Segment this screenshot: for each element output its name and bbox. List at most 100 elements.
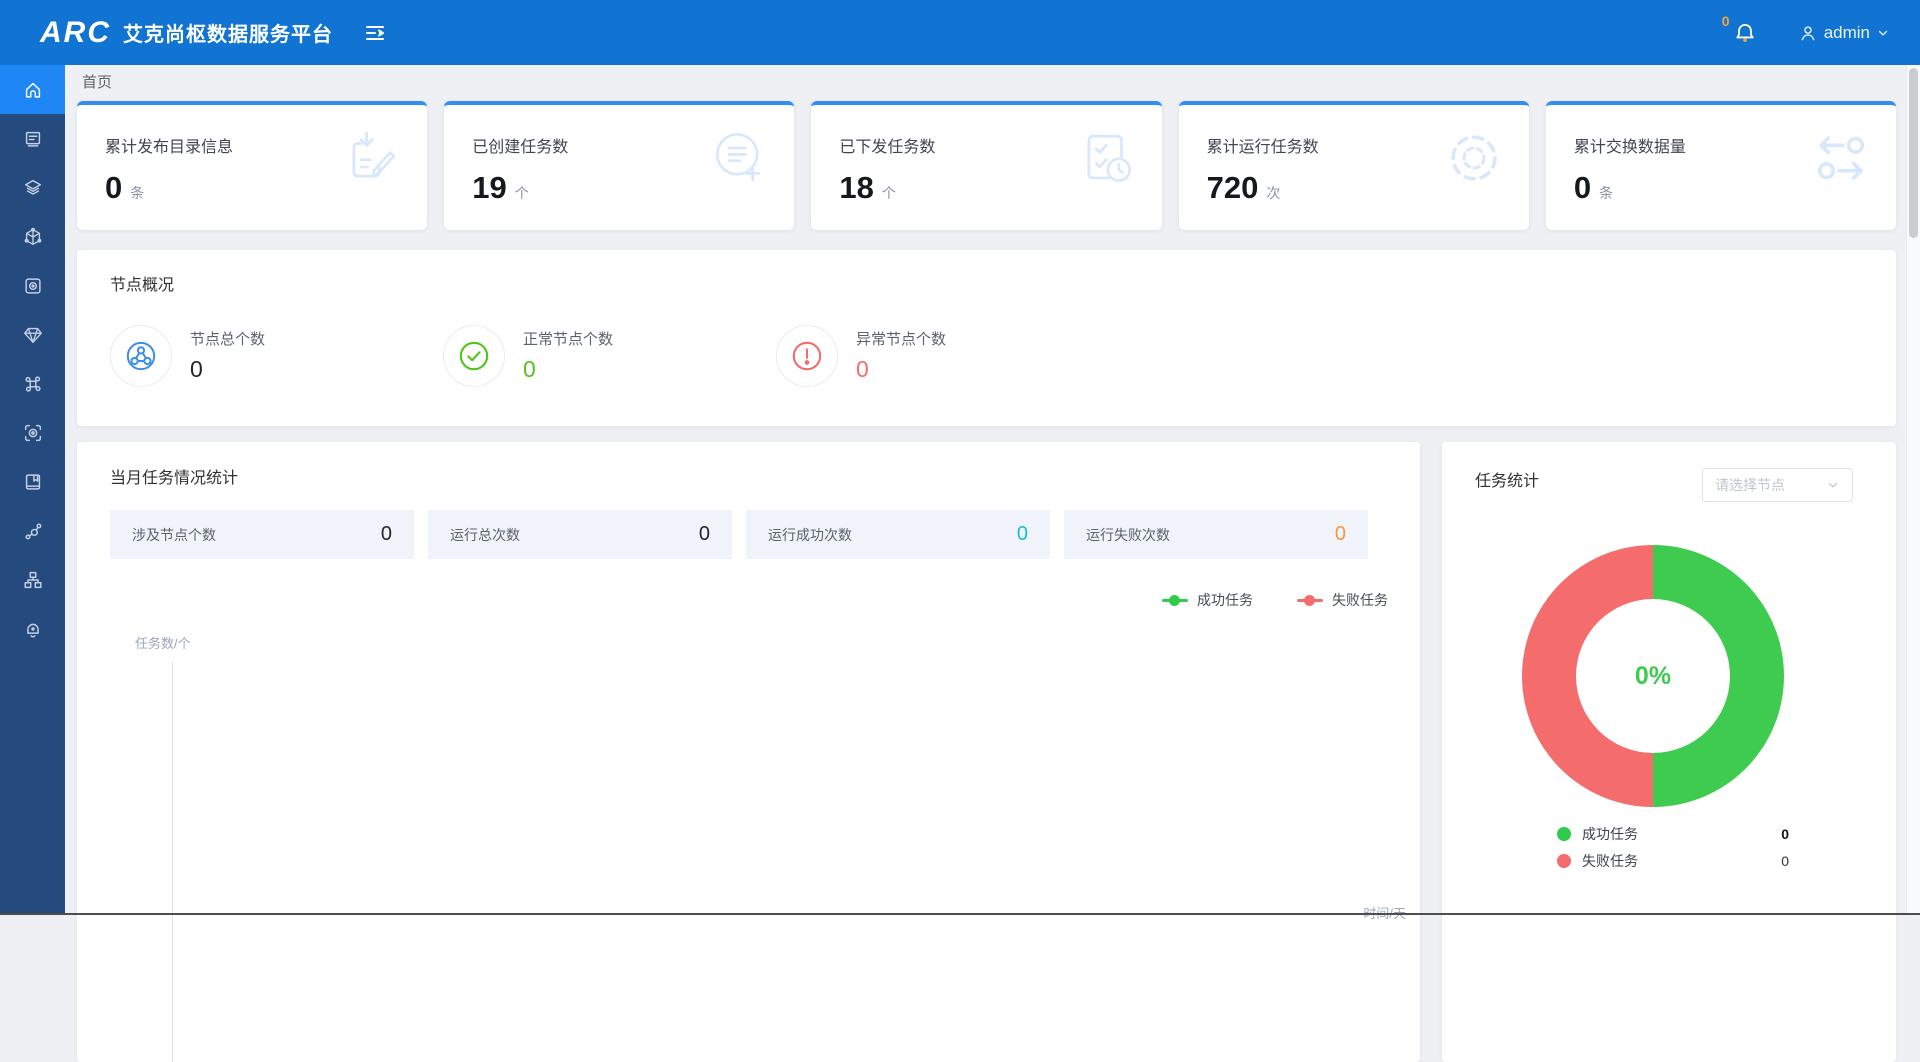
sidebar-item-3[interactable] [0,163,65,212]
node-cluster-icon [110,325,172,387]
red-dot-icon [1557,854,1571,868]
box-gear-icon [22,275,44,297]
gem-icon [22,324,44,346]
stat-box-total-runs: 运行总次数 0 [428,510,732,559]
app-title: 艾克尚枢数据服务平台 [123,18,333,47]
vertical-scrollbar[interactable] [1906,65,1920,915]
task-running-icon [1445,129,1503,187]
molecule-icon [22,520,44,542]
menu-fold-icon [363,21,387,45]
node-normal-value: 0 [523,356,613,383]
card-value: 0 [105,170,122,206]
donut-legend-failed[interactable]: 失败任务 0 [1557,847,1789,874]
breadcrumb: 首页 [65,65,1920,98]
node-total-value: 0 [190,356,265,383]
sidebar-item-4[interactable] [0,212,65,261]
task-created-icon [710,129,768,187]
stat-box-nodes-involved: 涉及节点个数 0 [110,510,414,559]
sidebar-item-8[interactable] [0,408,65,457]
node-total-item: 节点总个数 0 [110,325,443,387]
notification-button[interactable]: 0 [1732,20,1758,46]
alarm-icon [22,618,44,640]
node-abnormal-label: 异常节点个数 [856,325,946,349]
layers-icon [22,177,44,199]
scrollbar-thumb[interactable] [1909,68,1918,238]
green-dot-icon [1557,827,1571,841]
username-label: admin [1824,23,1870,43]
breadcrumb-home-link[interactable]: 首页 [82,71,112,92]
card-value: 19 [472,170,506,206]
book-icon [22,471,44,493]
stat-cards-row: 累计发布目录信息 0 条 已创建任务数 19 [77,101,1896,230]
stat-box-value: 0 [1017,523,1028,546]
select-placeholder: 请选择节点 [1715,475,1785,495]
line-chart-legend: 成功任务 失败任务 [1162,590,1388,610]
y-axis-line [172,662,173,1062]
home-icon [22,79,44,101]
sidebar-item-10[interactable] [0,506,65,555]
stat-card-created-tasks: 已创建任务数 19 个 [444,101,794,230]
sidebar-item-12[interactable] [0,604,65,653]
top-header: ARC 艾克尚枢数据服务平台 0 admin [0,0,1920,65]
card-unit: 个 [882,183,896,203]
sidebar-item-5[interactable] [0,261,65,310]
task-stats-panel: 任务统计 请选择节点 0% [1442,442,1896,1062]
stat-box-value: 0 [381,523,392,546]
node-normal-label: 正常节点个数 [523,325,613,349]
sidebar-item-home[interactable] [0,65,65,114]
monthly-stat-boxes: 涉及节点个数 0 运行总次数 0 运行成功次数 0 运行失败次数 0 [110,510,1368,559]
cube-network-icon [22,226,44,248]
sidebar-item-7[interactable] [0,359,65,408]
card-unit: 条 [130,183,144,203]
stat-box-failed-runs: 运行失败次数 0 [1064,510,1368,559]
node-abnormal-value: 0 [856,356,946,383]
y-axis-label: 任务数/个 [135,633,191,652]
sidebar-item-6[interactable] [0,310,65,359]
legend-success-tasks[interactable]: 成功任务 [1162,590,1253,610]
data-exchange-icon [1812,129,1870,187]
monthly-task-panel: 当月任务情况统计 涉及节点个数 0 运行总次数 0 运行成功次数 0 [77,442,1420,1062]
stat-box-label: 运行总次数 [450,525,520,545]
arc-logo: ARC [40,16,111,50]
red-line-marker-icon [1297,599,1323,602]
stat-box-success-runs: 运行成功次数 0 [746,510,1050,559]
target-icon [22,422,44,444]
document-publish-icon [343,129,401,187]
stat-box-value: 0 [1335,523,1346,546]
sidebar-item-9[interactable] [0,457,65,506]
sidebar-item-2[interactable] [0,114,65,163]
chevron-down-icon [1876,26,1890,40]
legend-failed-tasks[interactable]: 失败任务 [1297,590,1388,610]
task-donut-chart[interactable]: 0% [1522,545,1784,807]
stat-card-dispatched-tasks: 已下发任务数 18 个 [811,101,1161,230]
card-value: 720 [1207,170,1259,206]
card-unit: 条 [1599,183,1613,203]
stat-box-label: 运行成功次数 [768,525,852,545]
monthly-task-title: 当月任务情况统计 [110,464,1420,488]
sidebar-item-11[interactable] [0,555,65,604]
stat-box-label: 运行失败次数 [1086,525,1170,545]
legend-value: 0 [1781,826,1789,842]
legend-label: 失败任务 [1332,590,1388,610]
bell-icon [1732,20,1758,46]
node-select-dropdown[interactable]: 请选择节点 [1702,468,1853,502]
card-unit: 个 [515,183,529,203]
green-line-marker-icon [1162,599,1188,602]
left-nav-sidebar [0,65,65,915]
sidebar-collapse-button[interactable] [363,21,387,45]
command-icon [22,373,44,395]
donut-legend: 成功任务 0 失败任务 0 [1557,820,1789,874]
card-value: 0 [1574,170,1591,206]
notification-badge: 0 [1722,13,1730,29]
legend-label: 成功任务 [1582,824,1638,844]
stat-box-label: 涉及节点个数 [132,525,216,545]
legend-label: 成功任务 [1197,590,1253,610]
user-menu[interactable]: admin [1798,23,1890,43]
donut-legend-success[interactable]: 成功任务 0 [1557,820,1789,847]
node-abnormal-item: 异常节点个数 0 [776,325,1109,387]
document-list-icon [22,128,44,150]
chevron-down-icon [1826,478,1840,492]
user-icon [1798,23,1818,43]
stat-box-value: 0 [699,523,710,546]
stat-card-published-catalogs: 累计发布目录信息 0 条 [77,101,427,230]
